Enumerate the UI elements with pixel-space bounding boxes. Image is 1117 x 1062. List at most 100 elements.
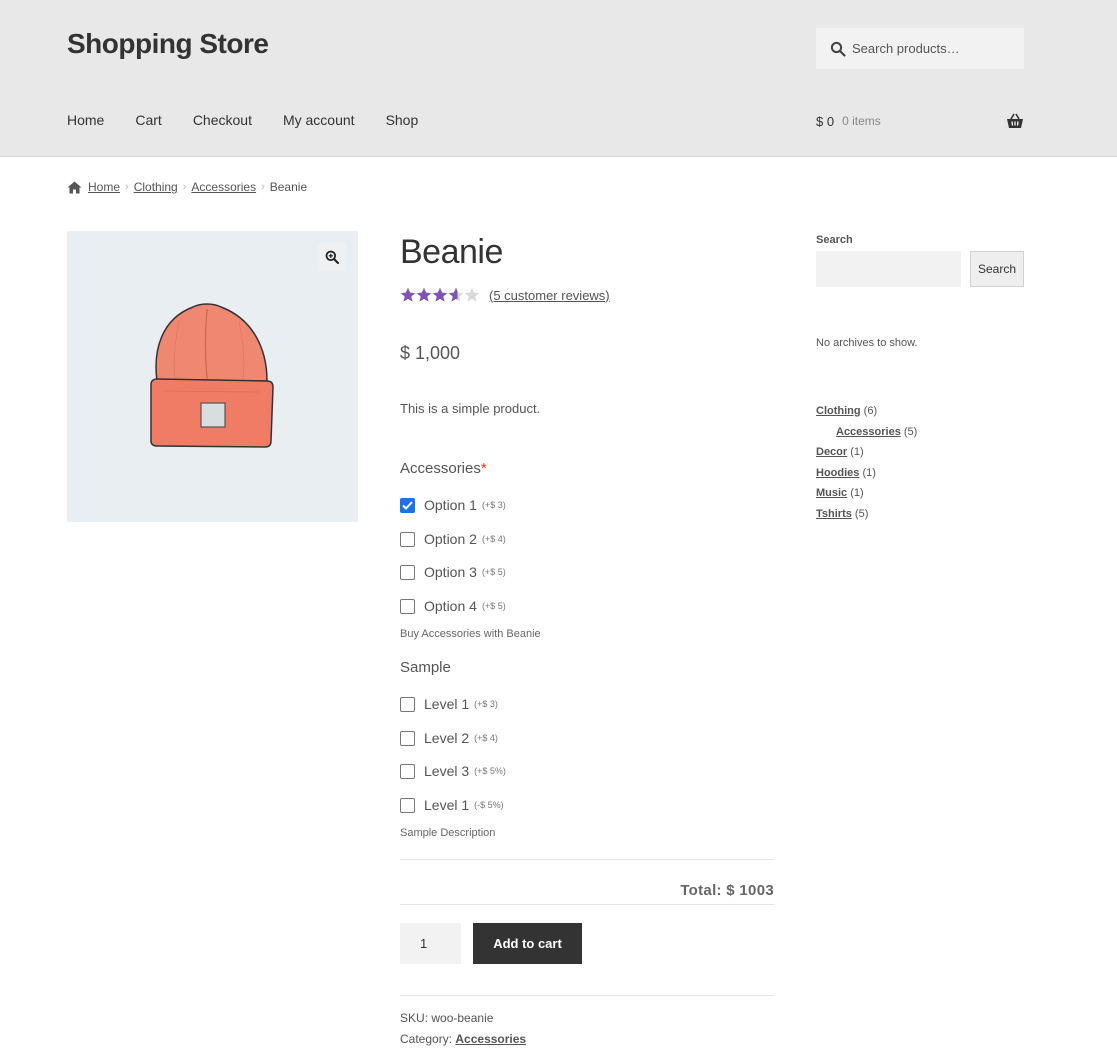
- option-label: Option 1: [424, 497, 477, 513]
- sidebar-search-input[interactable]: [816, 251, 961, 287]
- divider: [400, 859, 774, 860]
- option-price-delta: (+$ 4): [481, 534, 506, 544]
- star-icon-group: [400, 287, 480, 302]
- sample-option-3[interactable]: Level 3 (+$ 5%): [400, 762, 506, 780]
- sidebar-search-button[interactable]: Search: [970, 251, 1024, 287]
- breadcrumb-accessories[interactable]: Accessories: [191, 180, 256, 194]
- breadcrumb-separator: ›: [125, 181, 129, 193]
- option-price-delta: (+$ 4): [474, 733, 498, 743]
- sku-value: woo-beanie: [431, 1011, 494, 1025]
- accessories-description: Buy Accessories with Beanie: [400, 628, 541, 640]
- divider: [400, 995, 774, 996]
- category-link-hoodies[interactable]: Hoodies: [816, 467, 859, 479]
- nav-my-account[interactable]: My account: [283, 112, 355, 128]
- checkbox-checked[interactable]: [400, 497, 415, 513]
- sample-option-1[interactable]: Level 1 (+$ 3): [400, 695, 498, 713]
- sidebar-search-title: Search: [816, 234, 853, 246]
- category-link[interactable]: Accessories: [455, 1032, 526, 1046]
- product-title: Beanie: [400, 233, 503, 271]
- accessories-option-4[interactable]: Option 4 (+$ 5): [400, 597, 506, 615]
- accessories-option-1[interactable]: Option 1 (+$ 3): [400, 496, 506, 514]
- checkbox[interactable]: [400, 531, 415, 547]
- basket-icon[interactable]: [1006, 113, 1024, 129]
- accessories-option-3[interactable]: Option 3 (+$ 5): [400, 563, 506, 581]
- category-list: Clothing (6) Accessories (5) Decor (1) H…: [816, 403, 917, 526]
- option-price-delta: (+$ 5): [481, 601, 506, 611]
- product-price: $ 1,000: [400, 343, 461, 363]
- sample-option-2[interactable]: Level 2 (+$ 4): [400, 729, 498, 747]
- add-to-cart-button[interactable]: Add to cart: [473, 923, 582, 964]
- beanie-product-image: [150, 303, 274, 448]
- checkbox[interactable]: [400, 598, 415, 614]
- search-products-input[interactable]: [852, 41, 1012, 56]
- option-label: Level 1: [424, 797, 470, 813]
- star-icon: [448, 287, 464, 302]
- quantity-input[interactable]: [400, 923, 461, 964]
- option-label: Level 1: [424, 696, 470, 712]
- customer-reviews-link[interactable]: (5 customer reviews): [489, 288, 610, 303]
- breadcrumb-home[interactable]: Home: [88, 180, 120, 194]
- star-icon: [400, 287, 416, 302]
- accessories-group-label: Accessories*: [400, 460, 487, 477]
- nav-home[interactable]: Home: [67, 112, 104, 128]
- product-sku: SKU: woo-beanie: [400, 1011, 493, 1025]
- option-price-delta: (-$ 5%): [474, 800, 504, 810]
- category-count: (1): [862, 466, 876, 479]
- divider: [400, 904, 774, 905]
- category-link-tshirts[interactable]: Tshirts: [816, 508, 852, 520]
- mini-cart[interactable]: $ 0 0 items: [816, 113, 1024, 129]
- product-image-gallery[interactable]: [67, 231, 358, 522]
- category-item: Tshirts (5): [816, 506, 917, 527]
- checkbox[interactable]: [400, 797, 415, 813]
- check-icon: [402, 500, 413, 510]
- category-link-clothing[interactable]: Clothing: [816, 405, 861, 417]
- checkbox[interactable]: [400, 763, 415, 779]
- sku-label: SKU:: [400, 1011, 429, 1025]
- site-title[interactable]: Shopping Store: [67, 28, 269, 60]
- accessories-option-2[interactable]: Option 2 (+$ 4): [400, 530, 506, 548]
- product-category: Category: Accessories: [400, 1032, 526, 1046]
- option-label: Level 2: [424, 730, 470, 746]
- checkbox[interactable]: [400, 564, 415, 580]
- product-rating: (5 customer reviews): [400, 287, 610, 303]
- breadcrumb-clothing[interactable]: Clothing: [134, 180, 178, 194]
- category-count: (5): [854, 507, 869, 520]
- category-count: (6): [863, 405, 878, 417]
- category-item: Clothing (6): [816, 403, 917, 424]
- category-item: Decor (1): [816, 444, 917, 465]
- nav-cart[interactable]: Cart: [135, 112, 161, 128]
- option-label: Option 3: [424, 564, 477, 580]
- star-icon: [432, 287, 448, 302]
- product-short-description: This is a simple product.: [400, 401, 541, 416]
- archives-empty-message: No archives to show.: [816, 337, 918, 349]
- category-link-decor[interactable]: Decor: [816, 446, 847, 458]
- breadcrumb: Home › Clothing › Accessories › Beanie: [67, 180, 307, 194]
- category-link-accessories[interactable]: Accessories: [836, 426, 901, 438]
- required-marker: *: [480, 460, 487, 477]
- checkbox[interactable]: [400, 696, 415, 712]
- zoom-button[interactable]: [318, 243, 346, 271]
- header-search[interactable]: [816, 28, 1024, 69]
- nav-shop[interactable]: Shop: [386, 112, 419, 128]
- category-link-music[interactable]: Music: [816, 487, 847, 499]
- category-count: (1): [850, 446, 864, 458]
- category-item: Hoodies (1): [816, 465, 917, 486]
- category-item: Accessories (5): [816, 424, 917, 445]
- category-count: (1): [850, 487, 864, 499]
- checkbox[interactable]: [400, 730, 415, 746]
- option-label: Level 3: [424, 763, 470, 779]
- option-price-delta: (+$ 5): [481, 567, 506, 577]
- sample-option-4[interactable]: Level 1 (-$ 5%): [400, 796, 504, 814]
- option-label: Option 4: [424, 598, 477, 614]
- breadcrumb-separator: ›: [182, 181, 187, 193]
- star-rating: [400, 287, 480, 303]
- nav-checkout[interactable]: Checkout: [193, 112, 252, 128]
- site-header: Shopping Store Home Cart Checkout My acc…: [0, 0, 1117, 157]
- zoom-in-icon: [325, 250, 339, 264]
- sample-description: Sample Description: [400, 827, 496, 839]
- cart-item-count: 0 items: [842, 114, 881, 128]
- breadcrumb-current: Beanie: [269, 180, 308, 194]
- sample-group-label: Sample: [400, 659, 451, 676]
- category-count: (5): [903, 425, 918, 438]
- star-icon: [416, 287, 432, 302]
